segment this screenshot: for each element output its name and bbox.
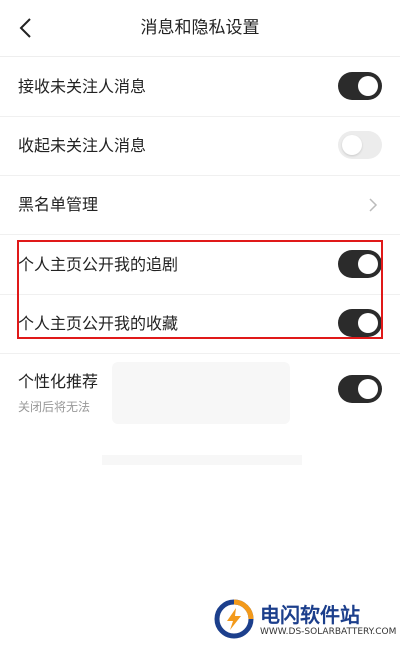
setting-row-public-favorites: 个人主页公开我的收藏 [0,294,400,354]
setting-row-collapse-messages: 收起未关注人消息 [0,116,400,176]
chevron-left-icon [19,18,31,38]
setting-label: 收起未关注人消息 [18,136,147,155]
watermark-url: WWW.DS-SOLARBATTERY.COM [260,627,397,637]
personalized-toggle[interactable] [338,375,382,403]
collapse-messages-toggle[interactable] [338,131,382,159]
setting-row-personalized: 个性化推荐 关闭后将无法 [0,360,400,430]
public-dramas-toggle[interactable] [338,250,382,278]
setting-row-blacklist[interactable]: 黑名单管理 [0,175,400,235]
page-title: 消息和隐私设置 [140,18,260,38]
setting-row-receive-messages: 接收未关注人消息 [0,57,400,117]
toggle-knob [358,379,378,399]
toggle-knob [358,76,378,96]
blur-patch [102,455,302,465]
toggle-knob [342,135,362,155]
setting-label: 接收未关注人消息 [18,77,147,96]
receive-messages-toggle[interactable] [338,72,382,100]
setting-label: 黑名单管理 [18,195,99,214]
setting-label: 个人主页公开我的追剧 [18,255,179,274]
watermark: 电闪软件站 WWW.DS-SOLARBATTERY.COM [210,597,396,647]
personalized-subtitle: 关闭后将无法 [18,400,91,414]
back-button[interactable] [12,14,40,42]
toggle-knob [358,254,378,274]
setting-row-public-dramas: 个人主页公开我的追剧 [0,235,400,295]
watermark-logo-icon [214,599,254,639]
public-favorites-toggle[interactable] [338,309,382,337]
chevron-right-icon [369,198,378,212]
header-bar: 消息和隐私设置 [0,0,400,57]
personalized-label: 个性化推荐 [18,372,99,391]
watermark-title: 电闪软件站 [260,603,360,627]
toggle-knob [358,313,378,333]
setting-label: 个人主页公开我的收藏 [18,314,179,333]
